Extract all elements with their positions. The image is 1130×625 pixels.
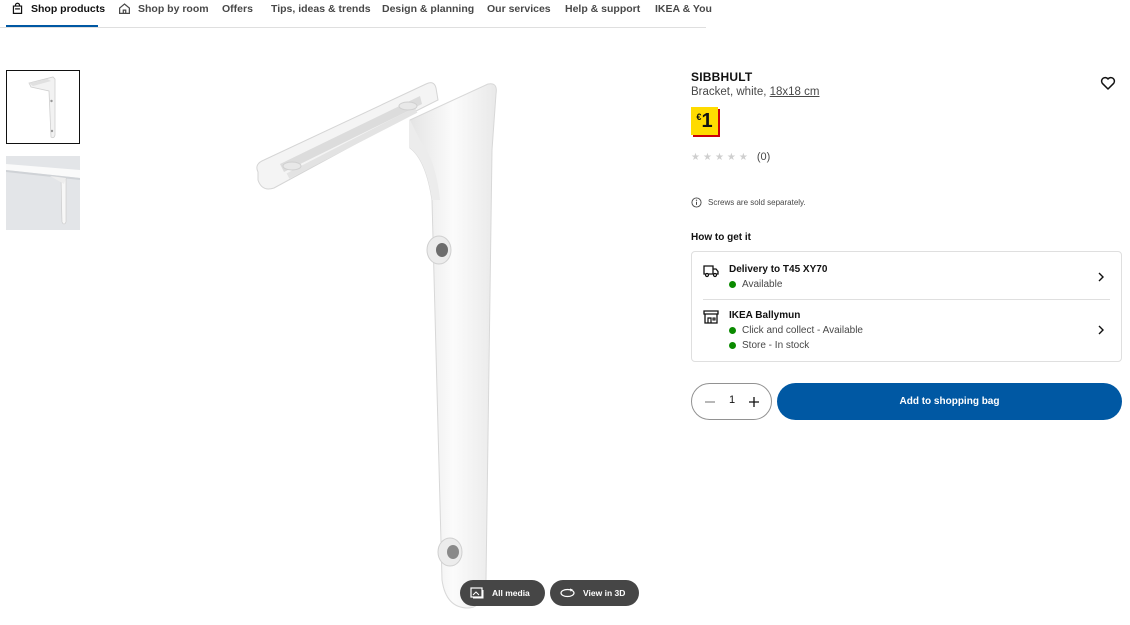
available-dot — [729, 327, 736, 334]
add-to-bag-label: Add to shopping bag — [899, 396, 1000, 407]
star-icon: ★ — [702, 151, 712, 163]
delivery-title: Delivery to T45 XY70 — [729, 264, 828, 275]
nav-label: Offers — [222, 3, 253, 15]
delivery-status-text: Available — [742, 279, 783, 290]
bracket-in-use-image — [6, 156, 80, 230]
nav-shop-by-room[interactable]: Shop by room — [118, 0, 209, 28]
price-amount: 1 — [701, 110, 713, 132]
product-main-image — [240, 60, 530, 620]
truck-icon — [703, 265, 719, 278]
nav-label: Shop by room — [138, 3, 209, 15]
nav-design-planning[interactable]: Design & planning — [382, 0, 474, 28]
nav-shop-products[interactable]: Shop products — [11, 0, 105, 28]
quantity-value[interactable]: 1 — [722, 394, 742, 406]
in-stock-dot — [729, 342, 736, 349]
available-dot — [729, 281, 736, 288]
star-icon: ★ — [726, 151, 736, 163]
store-row[interactable]: IKEA Ballymun Click and collect - Availa… — [692, 300, 1121, 362]
shopping-bag-icon — [12, 2, 23, 14]
nav-tips-ideas-trends[interactable]: Tips, ideas & trends — [271, 0, 371, 28]
nav-label: IKEA & You — [655, 3, 712, 15]
availability-box: Delivery to T45 XY70 Available IKEA Ball… — [691, 251, 1122, 362]
view-in-3d-button[interactable]: View in 3D — [550, 580, 639, 606]
star-icon: ★ — [691, 151, 700, 163]
thumbnail-bracket-in-use[interactable] — [6, 156, 80, 230]
delivery-row[interactable]: Delivery to T45 XY70 Available — [692, 252, 1121, 299]
star-icon: ★ — [738, 151, 748, 163]
click-collect-text: Click and collect - Available — [742, 325, 863, 336]
active-nav-indicator — [6, 25, 98, 27]
star-icon: ★ — [714, 151, 724, 163]
add-to-bag-button[interactable]: Add to shopping bag — [777, 383, 1122, 420]
how-to-get-it-heading: How to get it — [691, 232, 751, 243]
product-description: Bracket, white, 18x18 cm — [691, 86, 819, 98]
note-text: Screws are sold separately. — [708, 198, 806, 207]
price-tag: €1 — [691, 107, 718, 135]
top-navigation: Shop products Shop by room Offers Tips, … — [0, 0, 712, 28]
minus-icon[interactable] — [704, 396, 716, 408]
plus-icon[interactable] — [748, 396, 760, 408]
nav-label: Help & support — [565, 3, 641, 15]
nav-label: Our services — [487, 3, 551, 15]
store-stock-text: Store - In stock — [742, 340, 810, 351]
view-in-3d-label: View in 3D — [583, 588, 626, 598]
all-media-button[interactable]: All media — [460, 580, 545, 606]
info-icon — [691, 197, 702, 208]
nav-our-services[interactable]: Our services — [487, 0, 551, 28]
nav-offers[interactable]: Offers — [222, 0, 253, 28]
nav-label: Shop products — [31, 3, 106, 15]
chevron-right-icon — [1098, 325, 1104, 335]
thumbnail-bracket-front[interactable] — [6, 70, 80, 144]
all-media-label: All media — [492, 588, 530, 598]
store-icon — [703, 310, 719, 324]
quantity-stepper: 1 — [691, 383, 772, 420]
store-title: IKEA Ballymun — [729, 310, 801, 321]
store-stock-status: Store - In stock — [729, 340, 809, 351]
review-count: (0) — [756, 151, 771, 163]
rotate-3d-icon — [560, 588, 575, 598]
nav-label: Tips, ideas & trends — [271, 3, 371, 15]
product-size-link[interactable]: 18x18 cm — [770, 86, 820, 98]
bracket-illustration — [256, 82, 497, 609]
click-collect-status: Click and collect - Available — [729, 325, 863, 336]
house-icon — [119, 3, 130, 14]
rating[interactable]: ★ ★ ★ ★ ★ (0) — [691, 151, 770, 163]
bracket-thumbnail-image — [28, 76, 56, 139]
nav-ikea-and-you[interactable]: IKEA & You — [655, 0, 712, 28]
product-type: Bracket, white, — [691, 86, 770, 98]
chevron-right-icon — [1098, 272, 1104, 282]
product-name: SIBBHULT — [691, 70, 753, 84]
nav-help-support[interactable]: Help & support — [565, 0, 640, 28]
gallery-icon — [470, 587, 484, 599]
screws-note: Screws are sold separately. — [691, 197, 806, 208]
heart-icon[interactable] — [1100, 75, 1116, 91]
delivery-status: Available — [729, 279, 782, 290]
nav-label: Design & planning — [382, 3, 475, 15]
